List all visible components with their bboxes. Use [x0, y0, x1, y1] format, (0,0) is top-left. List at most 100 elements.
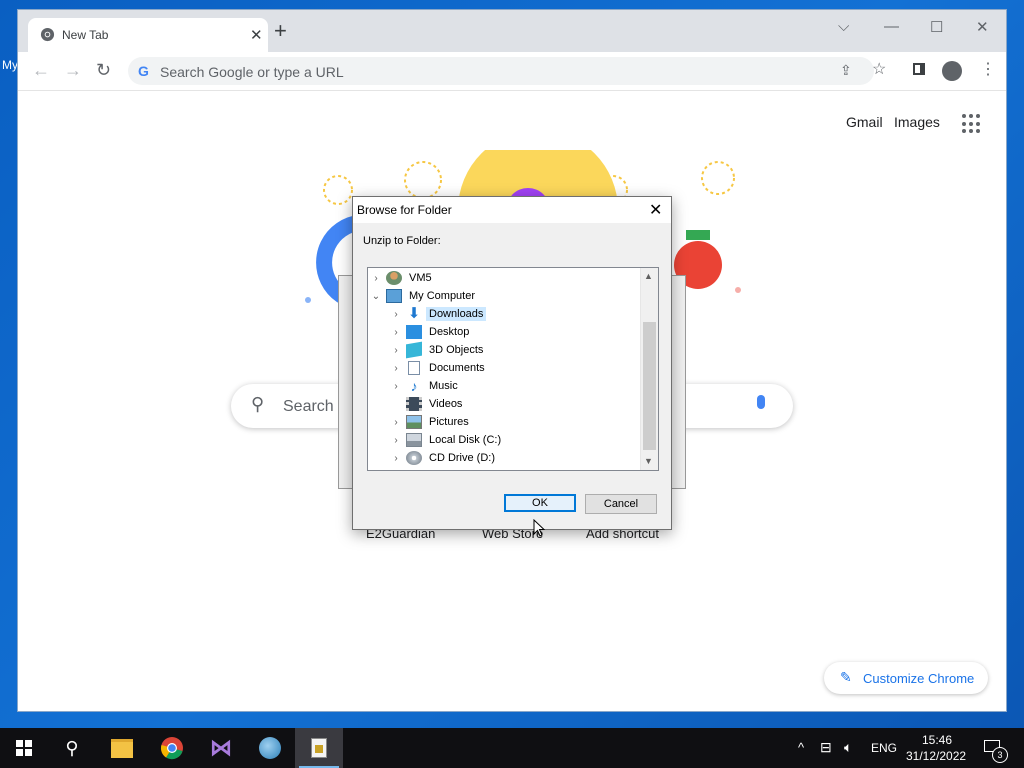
chrome-favicon-icon [40, 27, 55, 42]
taskbar-file-explorer[interactable] [98, 728, 146, 768]
ok-button[interactable]: OK [504, 494, 576, 512]
notification-count-badge: 3 [992, 747, 1008, 763]
3d-objects-icon [406, 341, 422, 359]
share-icon[interactable]: ⇪ [840, 62, 852, 79]
tab-new-tab[interactable]: New Tab ✕ [28, 18, 268, 52]
expand-chevron-icon[interactable]: › [390, 417, 402, 428]
tree-item-downloads[interactable]: › ⬇ Downloads [390, 305, 487, 323]
side-panel-icon[interactable] [913, 63, 925, 75]
mouse-cursor-icon [533, 519, 545, 537]
local-disk-icon [406, 433, 422, 447]
dialog-title: Browse for Folder [357, 203, 452, 217]
tree-item-cd-drive-d[interactable]: › CD Drive (D:) [390, 449, 498, 467]
visual-studio-icon: ⋈ [210, 735, 232, 760]
tray-overflow-icon[interactable]: ^ [798, 740, 804, 755]
desktop-folder-icon [406, 325, 422, 339]
music-icon: ♪ [410, 378, 418, 394]
gmail-link[interactable]: Gmail [846, 114, 883, 130]
archive-icon [311, 738, 327, 758]
chrome-icon [160, 737, 183, 760]
computer-icon [386, 289, 402, 303]
globe-icon [259, 737, 281, 759]
tree-item-my-computer[interactable]: ⌄ My Computer [370, 287, 478, 305]
google-apps-icon[interactable] [962, 114, 982, 134]
profile-avatar-icon[interactable] [942, 61, 962, 81]
language-indicator[interactable]: ENG [871, 741, 897, 755]
expand-chevron-icon[interactable]: › [370, 273, 382, 284]
tab-close-icon[interactable]: ✕ [250, 26, 263, 44]
images-link[interactable]: Images [894, 114, 940, 130]
taskbar-chrome[interactable] [148, 728, 196, 768]
tree-item-music[interactable]: › ♪ Music [390, 377, 461, 395]
reload-icon[interactable]: ↻ [96, 61, 111, 79]
omnibox-input[interactable] [158, 61, 812, 83]
search-icon: ⚲ [65, 737, 79, 758]
taskbar: ⚲ ⋈ ^ ⊟ 🔈︎ ENG 15:46 31/12/2022 3 [0, 728, 1024, 768]
tree-item-documents[interactable]: › Documents [390, 359, 488, 377]
customize-chrome-label: Customize Chrome [863, 671, 975, 686]
new-tab-button[interactable]: + [274, 20, 287, 42]
tab-strip: New Tab ✕ + ⌵ — ☐ ✕ [18, 10, 1006, 52]
maximize-icon[interactable]: ☐ [930, 18, 943, 36]
dialog-close-icon[interactable]: ✕ [649, 200, 662, 220]
window-close-icon[interactable]: ✕ [976, 18, 989, 36]
browse-for-folder-dialog: Browse for Folder ✕ Unzip to Folder: › V… [352, 196, 672, 530]
taskbar-search-button[interactable]: ⚲ [48, 728, 96, 768]
tree-item-desktop[interactable]: › Desktop [390, 323, 472, 341]
tree-scrollbar[interactable]: ▲ ▼ [640, 268, 658, 470]
expand-chevron-icon[interactable]: › [390, 453, 402, 464]
dialog-titlebar[interactable]: Browse for Folder ✕ [353, 197, 671, 223]
cancel-button[interactable]: Cancel [585, 494, 657, 514]
scrollbar-thumb[interactable] [643, 322, 656, 450]
tree-item-pictures[interactable]: › Pictures [390, 413, 472, 431]
tree-item-videos[interactable]: Videos [390, 395, 465, 413]
tab-title: New Tab [62, 28, 109, 42]
folder-icon [111, 738, 133, 758]
notification-center-button[interactable]: 3 [976, 728, 1024, 768]
user-icon [386, 271, 402, 285]
forward-icon[interactable]: → [64, 61, 82, 79]
search-icon: ⚲ [251, 394, 265, 414]
minimize-icon[interactable]: — [884, 18, 899, 35]
downloads-icon: ⬇ [407, 305, 421, 322]
tree-item-vm5[interactable]: › VM5 [370, 269, 435, 287]
bookmark-star-icon[interactable]: ☆ [872, 61, 886, 79]
network-icon[interactable]: ⊟ [820, 739, 832, 756]
back-icon[interactable]: ← [32, 61, 50, 79]
pencil-icon: ✎ [840, 669, 852, 685]
taskbar-network-app[interactable] [246, 728, 294, 768]
menu-kebab-icon[interactable]: ⋮ [980, 61, 996, 79]
clock-date[interactable]: 31/12/2022 [906, 749, 966, 763]
scroll-down-icon[interactable]: ▼ [644, 456, 653, 466]
expand-chevron-icon[interactable]: › [390, 327, 402, 338]
dialog-description: Unzip to Folder: [363, 235, 441, 247]
collapse-chevron-icon[interactable]: ⌄ [370, 291, 382, 302]
scroll-up-icon[interactable]: ▲ [644, 271, 653, 281]
expand-chevron-icon[interactable]: › [390, 345, 402, 356]
folder-tree[interactable]: › VM5 ⌄ My Computer › ⬇ Downloads › Desk… [367, 267, 659, 471]
documents-icon [408, 361, 420, 375]
taskbar-visual-studio[interactable]: ⋈ [197, 728, 245, 768]
microphone-icon[interactable] [757, 395, 765, 409]
taskbar-archive-app[interactable] [295, 728, 343, 768]
omnibox[interactable]: G ⇪ [128, 57, 874, 85]
tree-item-local-disk-c[interactable]: › Local Disk (C:) [390, 431, 504, 449]
start-button[interactable] [0, 728, 48, 768]
expand-chevron-icon[interactable]: › [390, 381, 402, 392]
cd-drive-icon [406, 451, 422, 465]
browser-toolbar: ← → ↻ G ⇪ ☆ ⋮ [18, 52, 1006, 91]
expand-chevron-icon[interactable]: › [390, 309, 402, 320]
google-g-icon: G [138, 63, 149, 79]
pictures-icon [406, 415, 422, 429]
expand-chevron-icon[interactable]: › [390, 363, 402, 374]
videos-icon [406, 397, 422, 411]
tree-item-3d-objects[interactable]: › 3D Objects [390, 341, 486, 359]
volume-icon[interactable]: 🔈︎ [844, 739, 852, 756]
windows-logo-icon [16, 740, 32, 756]
expand-chevron-icon[interactable]: › [390, 435, 402, 446]
desktop-icon-label[interactable]: My [2, 58, 18, 72]
tab-search-icon[interactable]: ⌵ [838, 18, 849, 35]
clock-time[interactable]: 15:46 [922, 733, 952, 747]
customize-chrome-button[interactable]: ✎ Customize Chrome [824, 662, 988, 694]
ntp-search-placeholder: Search [283, 398, 334, 415]
